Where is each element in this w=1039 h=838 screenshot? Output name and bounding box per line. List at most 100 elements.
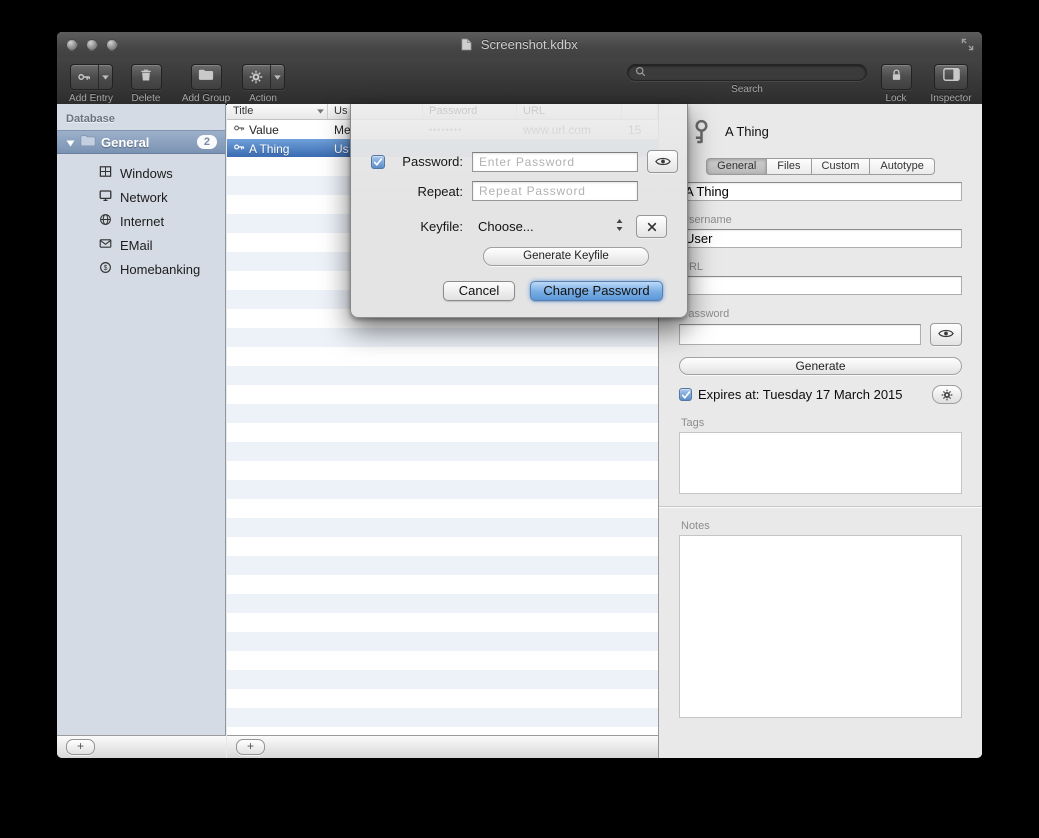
- notes-label: Notes: [681, 520, 960, 532]
- column-header-label: Us: [334, 104, 347, 119]
- reveal-password-button[interactable]: [930, 323, 962, 346]
- stepper-arrows-icon: [616, 219, 623, 234]
- chevron-down-icon[interactable]: [98, 65, 112, 89]
- window-title: Screenshot.kdbx: [57, 37, 982, 54]
- url-field[interactable]: [679, 276, 962, 295]
- sheet-repeat-label: Repeat:: [390, 184, 463, 199]
- key-icon: [71, 65, 98, 89]
- title-field[interactable]: [679, 182, 962, 201]
- inspector-body: Username URL Password Generate Expires a…: [659, 182, 982, 718]
- sidebar-bottom-bar: +: [57, 735, 226, 758]
- tab-autotype[interactable]: Autotype: [870, 158, 934, 175]
- delete-button[interactable]: [131, 64, 162, 90]
- notes-input[interactable]: [679, 535, 962, 718]
- reveal-password-button[interactable]: [647, 150, 678, 173]
- expiry-options-button[interactable]: [932, 385, 962, 404]
- tab-custom[interactable]: Custom: [812, 158, 871, 175]
- toolbar: Add Entry Delete Add Group Action: [57, 58, 982, 105]
- chevron-down-icon[interactable]: [270, 65, 284, 89]
- monitor-icon: [99, 189, 112, 205]
- keyfile-dropdown[interactable]: Choose...: [472, 217, 627, 237]
- inspector-panel-icon: [943, 68, 960, 86]
- add-entry-button[interactable]: [70, 64, 113, 90]
- lock-group: Lock: [877, 64, 915, 104]
- inspector-label: Inspector: [930, 93, 971, 104]
- add-group-group: Add Group: [177, 64, 235, 104]
- eye-icon: [938, 326, 954, 344]
- action-group: Action: [239, 64, 287, 104]
- inspector-header: A Thing: [659, 104, 982, 151]
- sidebar: Database General 2 Windows Network Inter…: [57, 104, 226, 735]
- lock-label: Lock: [885, 93, 906, 104]
- column-header-label: Title: [233, 104, 253, 119]
- document-icon[interactable]: [461, 39, 472, 54]
- sidebar-item-network[interactable]: Network: [57, 185, 225, 209]
- expires-checkbox[interactable]: [679, 388, 692, 401]
- key-icon: [233, 122, 245, 137]
- add-entry-group: Add Entry: [65, 64, 117, 104]
- lock-button[interactable]: [881, 64, 912, 90]
- change-password-sheet: Password: Repeat: Keyfile: Choose... Gen…: [350, 104, 688, 318]
- password-checkbox[interactable]: [371, 155, 385, 169]
- search-input[interactable]: [651, 65, 859, 81]
- generate-keyfile-button[interactable]: Generate Keyfile: [483, 247, 649, 266]
- titlebar[interactable]: Screenshot.kdbx: [57, 32, 982, 59]
- sidebar-item-internet[interactable]: Internet: [57, 209, 225, 233]
- add-group-button[interactable]: [191, 64, 222, 90]
- tab-general[interactable]: General: [706, 158, 767, 175]
- username-field[interactable]: [679, 229, 962, 248]
- window-pane-icon: [99, 165, 112, 181]
- key-icon: [233, 141, 245, 156]
- clear-keyfile-button[interactable]: [636, 215, 667, 238]
- sheet-password-label: Password:: [390, 154, 463, 169]
- url-label: URL: [681, 261, 960, 273]
- sidebar-item-label: Homebanking: [120, 262, 200, 277]
- column-header-title[interactable]: Title: [227, 104, 328, 119]
- delete-label: Delete: [132, 93, 161, 104]
- tab-files[interactable]: Files: [767, 158, 811, 175]
- add-group-plus-button[interactable]: +: [66, 739, 95, 755]
- entry-count-badge: 2: [197, 135, 217, 149]
- sidebar-item-label: Internet: [120, 214, 164, 229]
- inspector-entry-title: A Thing: [725, 124, 769, 139]
- expires-label: Expires at: Tuesday 17 March 2015: [698, 387, 903, 402]
- password-label: Password: [681, 308, 960, 320]
- tags-input[interactable]: [679, 432, 962, 494]
- sidebar-subgroups: Windows Network Internet EMail $ Homeban…: [57, 161, 225, 281]
- svg-text:$: $: [104, 265, 108, 272]
- sidebar-item-windows[interactable]: Windows: [57, 161, 225, 185]
- cancel-button[interactable]: Cancel: [443, 281, 515, 301]
- window-title-text: Screenshot.kdbx: [481, 37, 578, 52]
- disclosure-triangle-icon[interactable]: [66, 135, 75, 150]
- add-entry-plus-button[interactable]: +: [236, 739, 265, 755]
- section-divider: [659, 506, 982, 507]
- generate-password-button[interactable]: Generate: [679, 357, 962, 375]
- new-password-input[interactable]: [472, 152, 638, 172]
- envelope-icon: [99, 237, 112, 253]
- sidebar-item-label: General: [101, 135, 149, 150]
- close-icon: [647, 222, 657, 232]
- action-button[interactable]: [242, 64, 285, 90]
- inspector-panel: A Thing General Files Custom Autotype Us…: [658, 104, 982, 758]
- username-label: Username: [681, 214, 960, 226]
- sidebar-section-header: Database: [57, 104, 225, 130]
- app-window: Screenshot.kdbx Add Entry Delete Add Gro…: [57, 32, 982, 758]
- password-field[interactable]: [679, 324, 921, 345]
- inspector-button[interactable]: [934, 64, 968, 90]
- search-group: Search: [622, 64, 872, 95]
- sidebar-item-homebanking[interactable]: $ Homebanking: [57, 257, 225, 281]
- folder-icon: [80, 134, 96, 150]
- inspector-toggle-group: Inspector: [923, 64, 979, 104]
- eye-icon: [655, 156, 671, 167]
- change-password-button[interactable]: Change Password: [530, 281, 663, 301]
- tags-label: Tags: [681, 417, 960, 429]
- sidebar-item-general[interactable]: General 2: [57, 130, 225, 154]
- sidebar-item-label: Windows: [120, 166, 173, 181]
- sidebar-item-email[interactable]: EMail: [57, 233, 225, 257]
- repeat-password-input[interactable]: [472, 181, 638, 201]
- sheet-form: Password: Repeat: Keyfile: Choose... Gen…: [351, 104, 687, 301]
- keyfile-selected-value: Choose...: [478, 219, 534, 234]
- inspector-tabs: General Files Custom Autotype: [659, 158, 982, 175]
- search-field[interactable]: [627, 64, 867, 81]
- fullscreen-icon[interactable]: [961, 38, 974, 56]
